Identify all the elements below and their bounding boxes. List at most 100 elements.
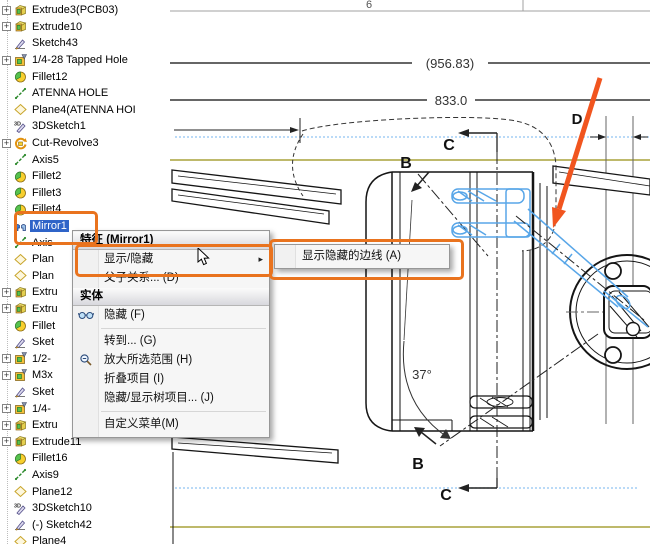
tree-item-label[interactable]: Plan (30, 270, 56, 282)
tree-item-label[interactable]: Fillet2 (30, 170, 63, 182)
flange-end-view (566, 255, 650, 369)
menu-item[interactable]: 显示/隐藏 (73, 250, 269, 269)
tree-item-label[interactable]: 1/2- (30, 353, 53, 365)
plane-icon (14, 485, 27, 498)
extrude-icon (14, 20, 27, 33)
expand-icon[interactable] (2, 22, 11, 31)
tree-item[interactable]: Plane4(ATENNA HOI (0, 102, 170, 119)
menu-section-header: 特征 (Mirror1) (73, 232, 269, 250)
tree-item[interactable]: Extrude10 (0, 19, 170, 36)
menu-item[interactable]: 折叠项目 (I) (73, 370, 269, 389)
tree-item[interactable]: 3D3DSketch1 (0, 118, 170, 135)
tree-item-label[interactable]: Fillet12 (30, 71, 69, 83)
fillet-icon (14, 319, 27, 332)
tree-item-label[interactable]: Axis9 (30, 469, 61, 481)
menu-item[interactable]: 隐藏/显示树项目... (J) (73, 389, 269, 408)
menu-item-label: 自定义菜单(M) (104, 418, 179, 430)
tree-item[interactable]: Extrude3(PCB03) (0, 2, 170, 19)
tree-item-label[interactable]: Sket (30, 386, 56, 398)
axis-icon (14, 87, 27, 100)
tree-item[interactable]: Plane4 (0, 533, 170, 544)
section-label-c-bottom: C (440, 487, 452, 504)
tree-item-label[interactable]: Plan (30, 253, 56, 265)
tree-item-label[interactable]: Fillet (30, 320, 57, 332)
expand-icon[interactable] (2, 56, 11, 65)
extrude-icon (14, 419, 27, 432)
tree-item-label[interactable]: Fillet4 (30, 203, 63, 215)
tree-item-label[interactable]: 3DSketch1 (30, 120, 88, 132)
tree-item-label[interactable]: Axis (30, 237, 55, 249)
tree-item-label[interactable]: Fillet3 (30, 187, 63, 199)
tree-item[interactable]: 1/4-28 Tapped Hole (0, 52, 170, 69)
submenu-arrow-icon (258, 250, 263, 269)
tree-item[interactable]: Sketch43 (0, 35, 170, 52)
sketch-icon (14, 518, 27, 531)
axis-icon (14, 236, 27, 249)
tree-item[interactable]: (-) Sketch42 (0, 516, 170, 533)
menu-item-label: 折叠项目 (I) (104, 373, 164, 385)
menu-item[interactable]: 父子关系... (D) (73, 269, 269, 288)
tree-item-label[interactable]: Extru (30, 303, 60, 315)
expand-icon[interactable] (2, 371, 11, 380)
tree-item-label[interactable]: Extru (30, 286, 60, 298)
hole-icon (14, 369, 27, 382)
tree-item-label[interactable]: 1/4-28 Tapped Hole (30, 54, 130, 66)
tree-item[interactable]: Axis5 (0, 151, 170, 168)
tree-item-label[interactable]: 1/4- (30, 403, 53, 415)
tree-item[interactable]: 3D3DSketch10 (0, 500, 170, 517)
expand-icon[interactable] (2, 6, 11, 15)
tree-item-label[interactable]: Extrude3(PCB03) (30, 4, 120, 16)
extrude-icon (14, 302, 27, 315)
tree-item-label[interactable]: M3x (30, 369, 55, 381)
extrude-icon (14, 286, 27, 299)
expand-icon[interactable] (2, 404, 11, 413)
tree-item[interactable]: Fillet12 (0, 68, 170, 85)
tree-item-label[interactable]: 3DSketch10 (30, 502, 94, 514)
tree-item-label[interactable]: ATENNA HOLE (30, 87, 110, 99)
tree-item[interactable]: Fillet16 (0, 450, 170, 467)
plane-icon (14, 253, 27, 266)
expand-icon[interactable] (2, 437, 11, 446)
sketch-icon (14, 385, 27, 398)
tree-item[interactable]: Fillet4 (0, 201, 170, 218)
menu-item[interactable]: 转到... (G) (73, 332, 269, 351)
context-menu[interactable]: 特征 (Mirror1)显示/隐藏父子关系... (D)实体隐藏 (F)转到..… (72, 230, 270, 438)
context-submenu[interactable]: 显示隐藏的边线 (A) (274, 244, 450, 269)
revolve-icon (14, 137, 27, 150)
tree-item-label[interactable]: Mirror1 (30, 220, 69, 232)
tree-item[interactable]: ATENNA HOLE (0, 85, 170, 102)
menu-item[interactable]: 放大所选范围 (H) (73, 351, 269, 370)
submenu-item[interactable]: 显示隐藏的边线 (A) (275, 245, 449, 268)
tree-item-label[interactable]: Sket (30, 336, 56, 348)
tree-item-label[interactable]: Extrude10 (30, 21, 84, 33)
expand-icon[interactable] (2, 139, 11, 148)
tree-item-label[interactable]: Axis5 (30, 154, 61, 166)
section-label-c-top: C (443, 137, 455, 154)
tube-centerline (516, 216, 644, 320)
expand-icon[interactable] (2, 421, 11, 430)
tree-item[interactable]: Plane12 (0, 483, 170, 500)
expand-icon[interactable] (2, 288, 11, 297)
hole-icon (14, 402, 27, 415)
tree-item-label[interactable]: Plane4(ATENNA HOI (30, 104, 138, 116)
dimension-length-text: 833.0 (435, 93, 468, 108)
tree-item[interactable]: Fillet2 (0, 168, 170, 185)
tree-item[interactable]: Fillet3 (0, 185, 170, 202)
tree-item-label[interactable]: (-) Sketch42 (30, 519, 94, 531)
fillet-icon (14, 186, 27, 199)
tree-item-label[interactable]: Extru (30, 419, 60, 431)
glasses-icon (78, 308, 94, 322)
tree-item[interactable]: Cut-Revolve3 (0, 135, 170, 152)
plane-icon (14, 103, 27, 116)
tree-item-label[interactable]: Fillet16 (30, 452, 69, 464)
expand-icon[interactable] (2, 304, 11, 313)
menu-item[interactable]: 自定义菜单(M) (73, 415, 269, 434)
tree-item-label[interactable]: Cut-Revolve3 (30, 137, 101, 149)
expand-icon[interactable] (2, 354, 11, 363)
tree-item-label[interactable]: Plane12 (30, 486, 74, 498)
tree-item-label[interactable]: Sketch43 (30, 37, 80, 49)
menu-item[interactable]: 隐藏 (F) (73, 306, 269, 325)
fillet-icon (14, 70, 27, 83)
tree-item[interactable]: Axis9 (0, 467, 170, 484)
tree-item-label[interactable]: Plane4 (30, 535, 68, 544)
